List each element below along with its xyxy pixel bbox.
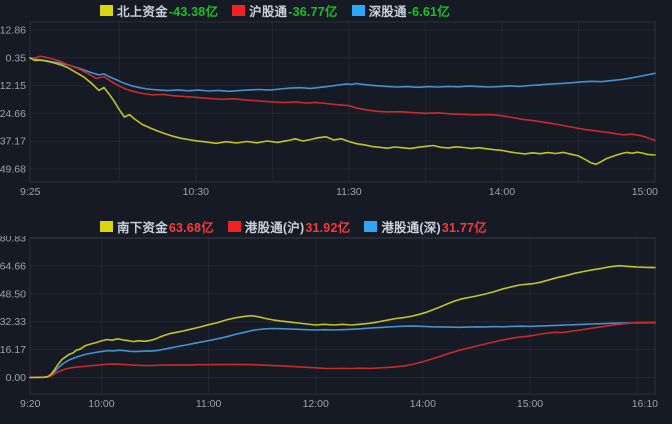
x-axis-tick: 15:00	[632, 186, 658, 198]
x-axis-tick: 14:00	[410, 398, 436, 410]
series-value-label: 63.68亿	[169, 217, 214, 236]
legend-item-southbound-1[interactable]: 港股通(沪)31.92亿	[228, 217, 351, 236]
legend-item-northbound-1[interactable]: 沪股通-36.77亿	[232, 1, 337, 20]
northbound-chart-block: 北上资金-43.38亿沪股通-36.77亿深股通-6.61亿 12.860.35…	[0, 0, 672, 208]
series-color-swatch	[100, 221, 113, 232]
series-color-swatch	[228, 221, 241, 232]
y-axis-tick: 16.17	[0, 344, 26, 356]
legend-item-northbound-2[interactable]: 深股通-6.61亿	[352, 1, 450, 20]
series-value-label: 31.77亿	[442, 217, 487, 236]
legend-item-southbound-2[interactable]: 港股通(深)31.77亿	[364, 217, 487, 236]
series-line-southbound	[30, 323, 655, 378]
series-value-label: -43.38亿	[169, 1, 218, 20]
series-value-label: -6.61亿	[408, 1, 450, 20]
series-color-swatch	[352, 5, 365, 16]
y-axis-tick: -37.17	[0, 136, 26, 148]
series-value-label: 31.92亿	[305, 217, 350, 236]
series-value-label: -36.77亿	[288, 1, 337, 20]
x-axis-tick: 11:00	[196, 398, 222, 410]
series-name-label: 深股通	[369, 1, 407, 20]
series-line-northbound	[30, 58, 655, 91]
series-line-northbound	[30, 56, 655, 140]
x-axis-tick: 11:30	[336, 186, 362, 198]
series-name-label: 港股通(深)	[381, 217, 441, 236]
y-axis-tick: 0.35	[6, 52, 27, 64]
x-axis-tick: 10:00	[88, 398, 114, 410]
northbound-legend: 北上资金-43.38亿沪股通-36.77亿深股通-6.61亿	[0, 0, 672, 20]
y-axis-tick: -24.66	[0, 108, 26, 120]
legend-item-southbound-0[interactable]: 南下资金63.68亿	[100, 217, 214, 236]
southbound-chart-block: 南下资金63.68亿港股通(沪)31.92亿港股通(深)31.77亿 80.83…	[0, 216, 672, 424]
x-axis-tick: 10:30	[183, 186, 209, 198]
y-axis-tick: -12.15	[0, 80, 26, 92]
plot-area-border	[30, 238, 655, 394]
capital-flow-panel: 北上资金-43.38亿沪股通-36.77亿深股通-6.61亿 12.860.35…	[0, 0, 672, 424]
x-axis-tick: 9:25	[20, 186, 41, 198]
series-name-label: 港股通(沪)	[245, 217, 305, 236]
y-axis-tick: -49.68	[0, 164, 26, 176]
series-name-label: 南下资金	[117, 217, 168, 236]
series-name-label: 北上资金	[117, 1, 168, 20]
x-axis-tick: 9:20	[20, 398, 41, 410]
y-axis-tick: 80.83	[0, 236, 26, 245]
southbound-flow-chart[interactable]: 80.83 64.66 48.50 32.33 16.17 0.00 9:20 10:00 11…	[0, 236, 672, 424]
y-axis-tick: 32.33	[0, 316, 26, 328]
series-name-label: 沪股通	[249, 1, 287, 20]
y-axis-tick: 0.00	[6, 372, 27, 384]
x-axis-tick: 16:10	[632, 398, 658, 410]
y-axis-tick: 48.50	[0, 288, 26, 300]
x-axis-tick: 14:00	[489, 186, 515, 198]
x-axis-tick: 15:00	[517, 398, 543, 410]
x-axis-tick: 12:00	[303, 398, 329, 410]
series-color-swatch	[364, 221, 377, 232]
plot-area-border	[30, 22, 655, 182]
series-line-northbound	[30, 58, 655, 164]
y-axis-tick: 64.66	[0, 260, 26, 272]
series-color-swatch	[100, 5, 113, 16]
legend-item-northbound-0[interactable]: 北上资金-43.38亿	[100, 1, 218, 20]
northbound-flow-chart[interactable]: 12.86 0.35 -12.15 -24.66 -37.17 -49.68 9:25 10:…	[0, 20, 672, 208]
southbound-legend: 南下资金63.68亿港股通(沪)31.92亿港股通(深)31.77亿	[0, 216, 672, 236]
series-color-swatch	[232, 5, 245, 16]
y-axis-tick: 12.86	[0, 25, 26, 37]
